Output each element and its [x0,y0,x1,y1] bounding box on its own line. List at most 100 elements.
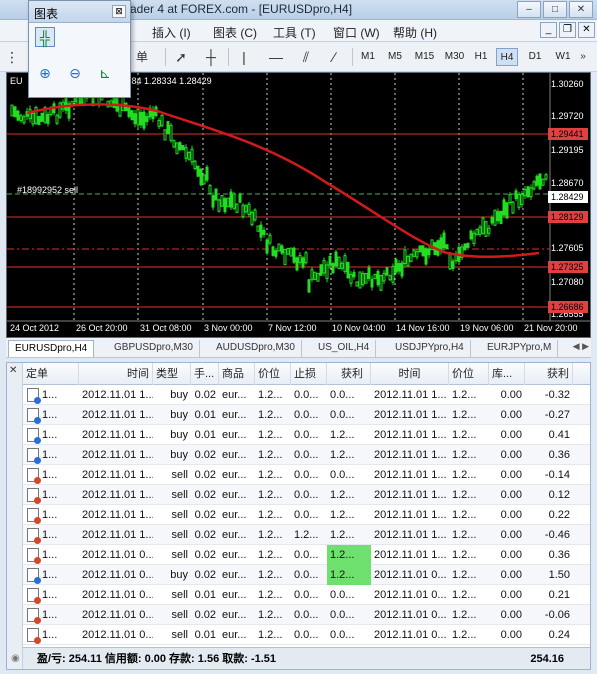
cell-sl: 1.2... [294,529,319,541]
timeframe-d1[interactable]: D1 [524,48,546,66]
cursor-icon[interactable]: ➚ [171,48,191,66]
candle-body [496,211,500,222]
timeframe-m1[interactable]: M1 [357,48,379,66]
trend-line-icon[interactable]: ∕ [324,48,344,66]
tab-scroll-arrows[interactable]: ◀ ▶ [573,341,589,352]
menu-window[interactable]: 窗口 (W) [333,24,380,41]
order-icon [27,528,41,544]
column-header[interactable]: 类型 [153,363,191,385]
timeframe-h4[interactable]: H4 [496,48,518,66]
table-row[interactable]: 1... 2012.11.01 0... sell 0.02 eur... 1.2... 0… [23,605,590,625]
cell-id: 1... [42,449,58,461]
table-row[interactable]: 1... 2012.11.01 0... sell 0.01 eur... 1.2... 0… [23,625,590,645]
column-header[interactable]: 时间 [371,363,449,385]
vertical-line-icon[interactable]: | [234,48,254,66]
close-window-button[interactable]: ✕ [569,1,593,18]
candle-body [478,226,482,235]
column-header[interactable]: 获利 [525,363,573,385]
column-header[interactable]: 库... [489,363,525,385]
bar-chart-icon[interactable]: ╬ [35,27,55,47]
channel-icon[interactable]: ⫽ [296,48,316,66]
cell-close-time: 2012.11.01 1... [374,529,447,541]
table-row[interactable]: 1... 2012.11.01 0... sell 0.02 eur... 1.2... 0… [23,545,590,565]
tab-gbpusdpro-m30[interactable]: GBPUSDpro,M30 [108,340,200,357]
table-row[interactable]: 1... 2012.11.01 0... buy 0.02 eur... 1.2... 0.… [23,565,590,585]
table-row[interactable]: 1... 2012.11.01 1... buy 0.02 eur... 1.2... 0.… [23,445,590,465]
crosshair-icon[interactable]: ┼ [201,48,221,66]
order-icon [27,428,41,444]
column-header[interactable]: 止损 [291,363,327,385]
timeframe-h1[interactable]: H1 [471,48,491,66]
candle-body [28,108,32,120]
tab-usdjpypro-h4[interactable]: USDJPYpro,H4 [389,340,471,357]
zoom-out-icon[interactable]: ⊖ [65,63,85,83]
table-row[interactable]: 1... 2012.11.01 0... sell 0.01 eur... 1.2... 0… [23,585,590,605]
candle-body [226,197,230,208]
cell-symbol: eur... [222,489,247,501]
cell-profit: -0.46 [544,529,570,541]
panel-close-button[interactable]: ⊠ [112,5,126,18]
column-header[interactable]: 手... [191,363,219,385]
tab-us-oil-h4[interactable]: US_OIL,H4 [312,340,377,357]
candle-body [361,273,365,285]
table-row[interactable]: 1... 2012.11.01 1... sell 0.02 eur... 1.2... 0… [23,485,590,505]
zoom-in-icon[interactable]: ⊕ [35,63,55,83]
candle-body [238,193,242,203]
menu-charts[interactable]: 图表 (C) [213,24,257,41]
maximize-window-button[interactable]: □ [543,1,567,18]
cell-id: 1... [42,549,58,561]
cell-close-time: 2012.11.01 1... [374,489,447,501]
column-header[interactable]: 价位 [255,363,291,385]
table-row[interactable]: 1... 2012.11.01 1... buy 0.02 eur... 1.2... 0.… [23,385,590,405]
timeframe-m30[interactable]: M30 [441,48,468,66]
candle-body [484,221,488,237]
terminal-close-icon[interactable]: ✕ [9,365,17,376]
toolbar-partial-label[interactable]: 单 [134,48,150,66]
cell-profit: -0.27 [544,409,570,421]
candle-body [211,195,215,208]
cell-close-time: 2012.11.01 0... [374,629,447,641]
minimize-window-button[interactable]: – [517,1,541,18]
timeframe-m5[interactable]: M5 [384,48,406,66]
cell-lots: 0.02 [194,449,216,461]
order-icon [27,568,41,584]
candle-body [208,184,212,195]
indicator-icon[interactable]: ⊾ [95,63,115,83]
menu-help[interactable]: 帮助 (H) [393,24,437,41]
candle-body [493,209,497,226]
column-header[interactable]: 获利 [327,363,371,385]
tab-eurusdpro-h4[interactable]: EURUSDpro,H4 [8,340,95,357]
cell-open-time: 2012.11.01 0... [82,589,153,601]
horizontal-line-icon[interactable]: — [266,48,286,66]
cell-close-time: 2012.11.01 0... [374,609,447,621]
cell-tp: 0.0... [330,609,355,621]
candle-body [349,273,353,284]
table-row[interactable]: 1... 2012.11.01 1... buy 0.01 eur... 1.2... 0.… [23,405,590,425]
column-header[interactable]: 时间 [79,363,153,385]
tab-eurjpypro-m[interactable]: EURJPYpro,M [481,340,559,357]
menu-tools[interactable]: 工具 (T) [273,24,316,41]
column-header[interactable]: 价位 [449,363,489,385]
candle-body [298,254,302,263]
table-row[interactable]: 1... 2012.11.01 1... sell 0.02 eur... 1.2... 1… [23,525,590,545]
table-row[interactable]: 1... 2012.11.01 1... sell 0.02 eur... 1.2... 0… [23,465,590,485]
cell-open-time: 2012.11.01 1... [82,489,153,501]
timeframe-m15[interactable]: M15 [411,48,438,66]
mdi-minimize-button[interactable]: _ [540,22,557,38]
toolbar-overflow-icon[interactable]: » [576,48,590,66]
candle-body [220,194,224,207]
menu-insert[interactable]: 插入 (I) [152,24,191,41]
cell-id: 1... [42,529,58,541]
timeframe-w1[interactable]: W1 [552,48,574,66]
column-header[interactable]: 定单 [23,363,79,385]
cell-type: sell [171,609,188,621]
mdi-close-button[interactable]: ✕ [578,22,595,38]
table-row[interactable]: 1... 2012.11.01 1... buy 0.01 eur... 1.2... 0.… [23,425,590,445]
candle-body [256,225,260,232]
mdi-restore-button[interactable]: ❐ [559,22,576,38]
table-row[interactable]: 1... 2012.11.01 1... sell 0.02 eur... 1.2... 0… [23,505,590,525]
tab-audusdpro-m30[interactable]: AUDUSDpro,M30 [210,340,302,357]
column-header[interactable]: 商品 [219,363,255,385]
price-chart[interactable]: EU 28484 1.28334 1.28429 #18992952 sell 1… [6,72,591,338]
cell-price: 1.2... [258,409,283,421]
